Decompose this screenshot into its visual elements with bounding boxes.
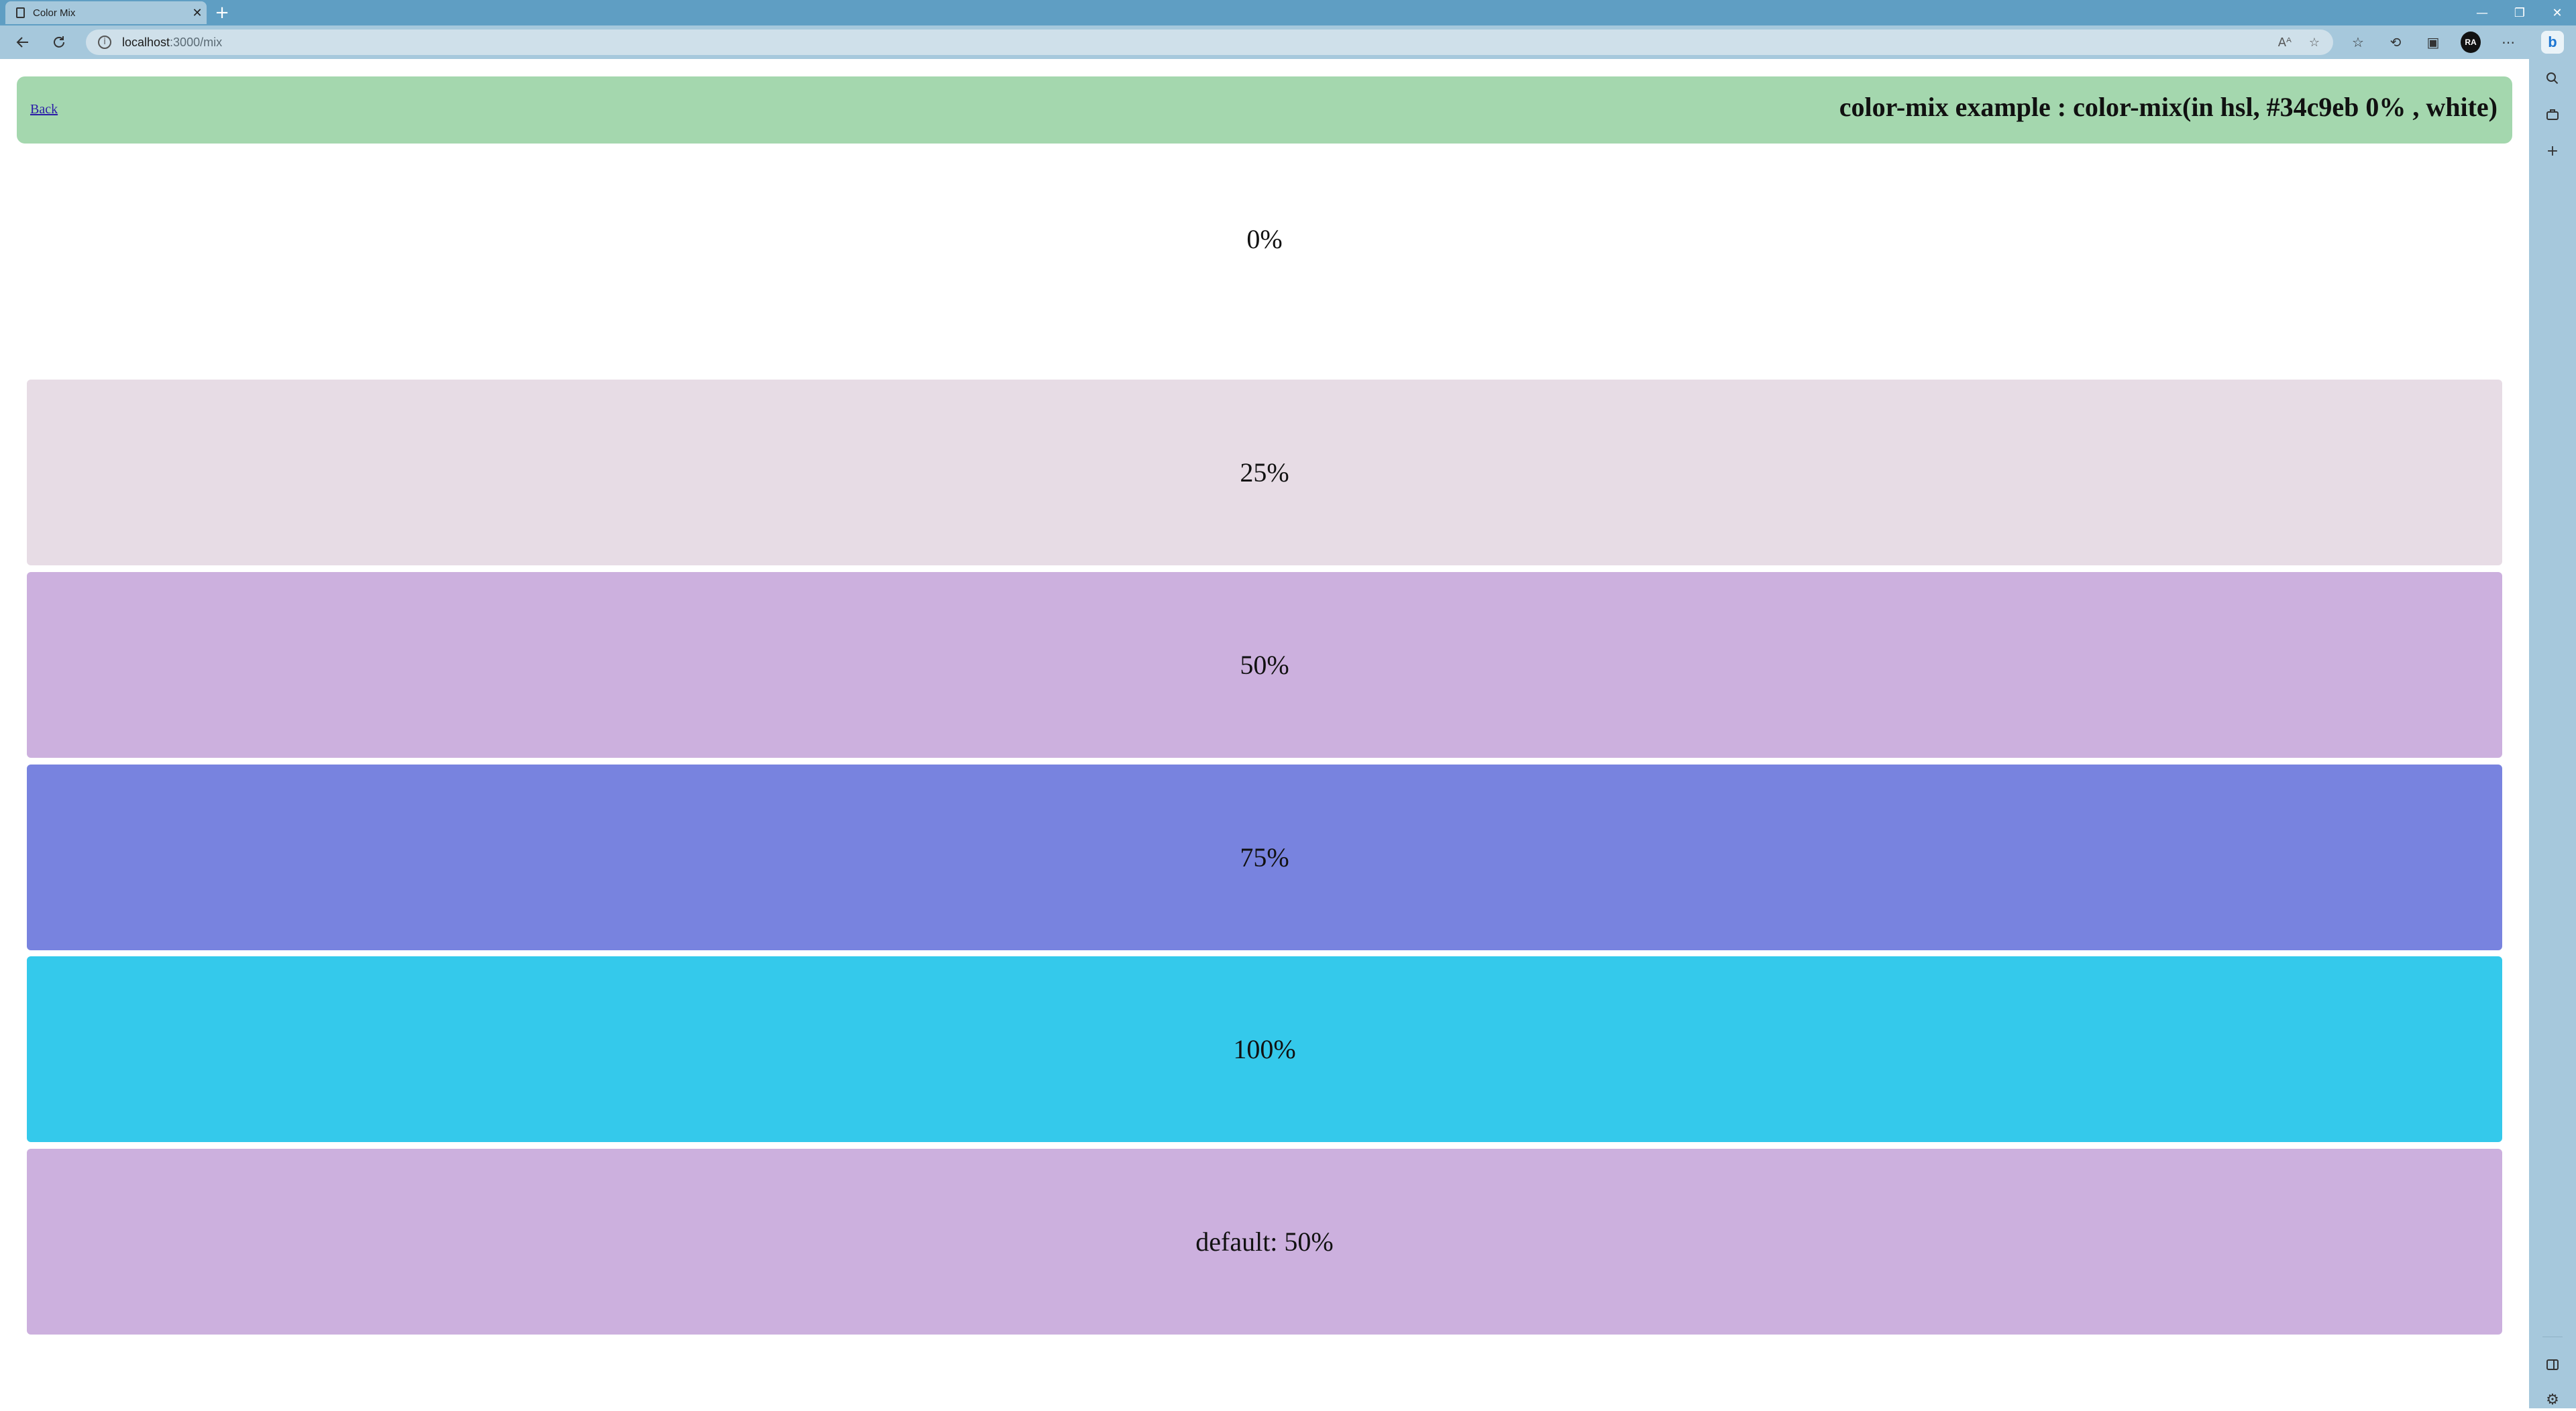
swatch-25: 25% xyxy=(27,380,2502,565)
page-title: color-mix example : color-mix(in hsl, #3… xyxy=(1839,92,2498,122)
swatch-label: 25% xyxy=(1240,457,1289,488)
swatch-75: 75% xyxy=(27,765,2502,950)
refresh-icon[interactable] xyxy=(48,32,70,53)
swatch-label: 0% xyxy=(1246,224,1283,254)
back-arrow-icon[interactable] xyxy=(12,32,34,53)
page-viewport: Back color-mix example : color-mix(in hs… xyxy=(0,59,2529,1408)
add-sidebar-app-icon[interactable]: + xyxy=(2541,139,2564,162)
page-header: Back color-mix example : color-mix(in hs… xyxy=(17,76,2512,144)
page-icon xyxy=(16,7,25,18)
swatch-50: 50% xyxy=(27,572,2502,758)
more-menu-icon[interactable]: ⋯ xyxy=(2498,32,2518,53)
tools-icon[interactable] xyxy=(2541,103,2564,126)
swatch-label: default: 50% xyxy=(1195,1227,1334,1257)
toolbar-actions: ☆ ⟲ ▣ RA ⋯ xyxy=(2348,32,2518,53)
swatch-label: 75% xyxy=(1240,842,1289,872)
search-icon[interactable] xyxy=(2541,67,2564,90)
url-path: :3000/mix xyxy=(170,35,223,49)
url-host: localhost xyxy=(122,35,170,49)
swatch-default: default: 50% xyxy=(27,1149,2502,1335)
swatch-label: 50% xyxy=(1240,650,1289,680)
browser-tab[interactable]: Color Mix ✕ xyxy=(5,1,207,24)
swatch-label: 100% xyxy=(1233,1034,1296,1064)
browser-tab-bar: Color Mix ✕ + — ❐ ✕ xyxy=(0,0,2576,25)
back-link[interactable]: Back xyxy=(30,102,58,117)
history-icon[interactable]: ⟲ xyxy=(2385,32,2406,53)
tab-title: Color Mix xyxy=(33,7,76,19)
swatch-100: 100% xyxy=(27,956,2502,1142)
address-bar[interactable]: i localhost:3000/mix Aᴬ ☆ xyxy=(86,30,2333,55)
address-bar-actions: Aᴬ ☆ xyxy=(2278,30,2320,55)
restore-button[interactable]: ❐ xyxy=(2501,0,2538,25)
favorites-icon[interactable]: ☆ xyxy=(2348,32,2368,53)
browser-sidebar: b + ⚙ xyxy=(2529,25,2576,1408)
window-controls: — ❐ ✕ xyxy=(2463,0,2576,25)
swatch-0: 0% xyxy=(27,146,2502,332)
minimize-button[interactable]: — xyxy=(2463,0,2501,25)
add-favorite-icon[interactable]: ☆ xyxy=(2309,36,2320,50)
tab-close-icon[interactable]: ✕ xyxy=(188,6,207,20)
read-aloud-icon[interactable]: Aᴬ xyxy=(2278,36,2292,50)
new-tab-button[interactable]: + xyxy=(212,3,232,23)
browser-toolbar: i localhost:3000/mix Aᴬ ☆ ☆ ⟲ ▣ RA ⋯ xyxy=(0,25,2576,59)
close-window-button[interactable]: ✕ xyxy=(2538,0,2576,25)
hide-sidebar-icon[interactable] xyxy=(2541,1353,2564,1376)
bing-chat-icon[interactable]: b xyxy=(2541,31,2564,54)
site-info-icon[interactable]: i xyxy=(98,36,111,49)
avatar[interactable]: RA xyxy=(2461,32,2481,53)
settings-gear-icon[interactable]: ⚙ xyxy=(2541,1388,2564,1411)
collections-icon[interactable]: ▣ xyxy=(2423,32,2443,53)
